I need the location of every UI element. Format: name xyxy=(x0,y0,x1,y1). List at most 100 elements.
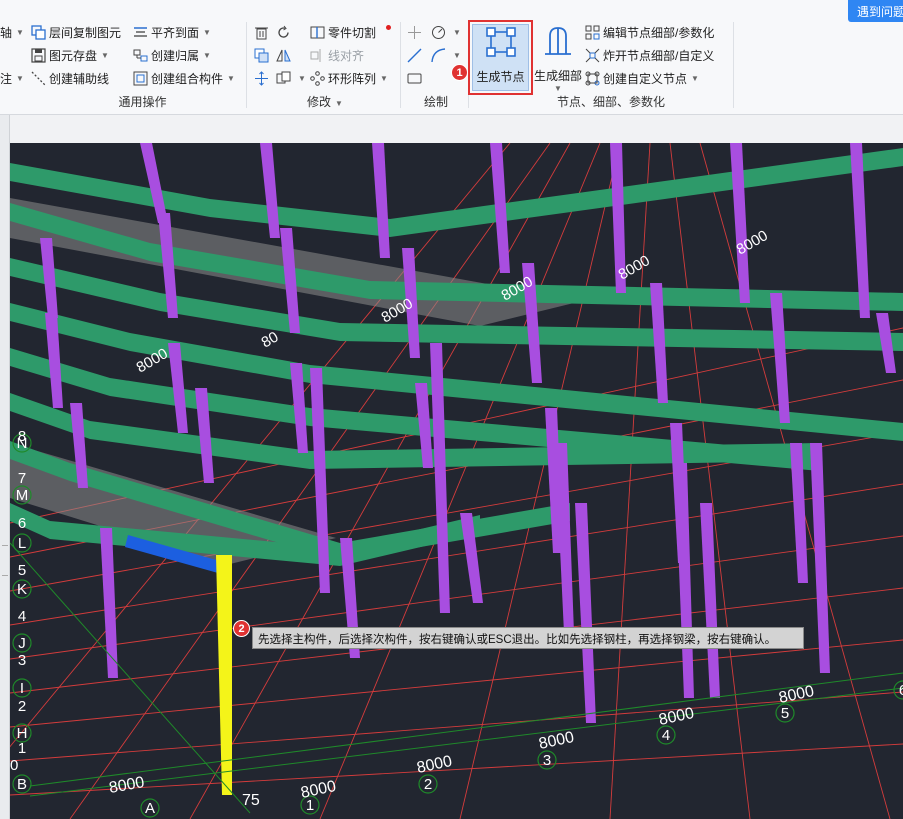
line-icon xyxy=(407,48,422,63)
chevron-down-icon: ▼ xyxy=(554,84,562,93)
group-draw-title: 绘制 xyxy=(423,95,448,109)
axis-number-label: 2 xyxy=(424,776,432,793)
copy-floor-button[interactable]: 层间复制图元 xyxy=(31,22,121,42)
ring-array-label: 环形阵列 xyxy=(328,71,377,86)
steel-column xyxy=(575,503,596,723)
trash-icon xyxy=(254,25,269,40)
dimension-label: 75 xyxy=(242,792,260,809)
dimension-label: 8000 xyxy=(299,778,337,802)
dimension-label: 8000 xyxy=(108,774,146,797)
line-align-button[interactable]: 线对齐 xyxy=(310,45,364,65)
axis-left-number-label: 4 xyxy=(18,608,26,625)
steel-column xyxy=(730,143,750,303)
steel-column xyxy=(140,143,168,223)
axis-number-label: 4 xyxy=(662,727,670,744)
gen-detail-button[interactable]: 生成细部 ▼ xyxy=(532,24,584,94)
rotate-button[interactable] xyxy=(276,22,294,42)
help-button[interactable]: 遇到问题 xyxy=(848,0,903,22)
steel-column xyxy=(372,143,390,258)
grid-line xyxy=(459,143,621,819)
axis-zero-label: 0 xyxy=(10,757,18,774)
note-label: 注 xyxy=(0,71,13,86)
mirror-button[interactable] xyxy=(276,45,294,65)
cut-icon xyxy=(310,25,325,40)
arc-icon xyxy=(431,47,446,63)
rect-tool-button[interactable] xyxy=(407,68,425,88)
model-scene[interactable]: 123456BHIJKLMN12345678A08000800080008000… xyxy=(10,143,903,819)
step-badge-2: 2 xyxy=(233,620,250,637)
axis-left-number-label: 1 xyxy=(18,740,26,757)
grid-line xyxy=(10,639,903,728)
move-icon xyxy=(254,70,269,86)
point-tool-button[interactable] xyxy=(407,22,425,42)
save-element-label: 图元存盘 xyxy=(49,48,98,63)
create-group-label: 创建归属 xyxy=(151,48,200,63)
axis-left-number-label: 5 xyxy=(18,562,26,579)
group-general: 轴 ▼ 注 ▼ 层间复制图元 图元存盘 ▼ 创建辅助线 平齐到面 ▼ 创建归属 ▼ 创建组… xyxy=(0,18,245,114)
detail-icon xyxy=(541,24,575,61)
dimension-label: 8000 xyxy=(777,683,815,707)
align-face-button[interactable]: 平齐到面 ▼ xyxy=(133,22,211,42)
axis-left-number-label: 7 xyxy=(18,470,26,487)
custom-node-label: 创建自定义节点 xyxy=(603,71,688,86)
axis-letter-label: J xyxy=(18,635,26,652)
copy-button[interactable] xyxy=(254,45,272,65)
edit-node-button[interactable]: 编辑节点细部/参数化 xyxy=(585,22,714,42)
axis-button[interactable]: 轴 ▼ xyxy=(0,22,24,42)
circle-icon xyxy=(431,25,446,40)
custom-node-button[interactable]: 创建自定义节点 ▼ xyxy=(585,68,699,88)
mirror-icon xyxy=(276,48,291,63)
group-modify-title: 修改 ▼ xyxy=(252,93,398,110)
rectangle-icon xyxy=(407,71,422,86)
line-align-icon xyxy=(310,48,325,63)
chevron-down-icon: ▼ xyxy=(16,27,24,37)
align-face-label: 平齐到面 xyxy=(151,25,200,40)
aux-line-button[interactable]: 创建辅助线 xyxy=(31,68,109,88)
axis-label: 轴 xyxy=(0,25,13,40)
part-cut-button[interactable]: 零件切割 xyxy=(310,22,376,42)
chevron-down-icon: ▼ xyxy=(203,50,211,60)
save-element-button[interactable]: 图元存盘 ▼ xyxy=(31,45,109,65)
explode-node-button[interactable]: 炸开节点细部/自定义 xyxy=(585,45,714,65)
axis-letter-label: I xyxy=(20,680,24,697)
copy-layers-icon xyxy=(31,24,46,40)
group-icon xyxy=(133,48,148,63)
gen-node-button[interactable]: 生成节点 xyxy=(472,24,529,91)
ring-array-button[interactable]: 环形阵列 ▼ xyxy=(310,68,388,88)
edit-node-label: 编辑节点细部/参数化 xyxy=(603,25,715,40)
move-button[interactable] xyxy=(254,68,272,88)
line-align-label: 线对齐 xyxy=(328,48,365,63)
left-dock-strip[interactable] xyxy=(0,115,10,819)
copy-floor-label: 层间复制图元 xyxy=(49,25,122,40)
axis-left-number-label: 3 xyxy=(18,652,26,669)
copy-icon xyxy=(254,48,269,63)
line-tool-button[interactable] xyxy=(407,45,425,65)
axis-a-label: A xyxy=(145,800,155,817)
3d-viewport[interactable]: 123456BHIJKLMN12345678A08000800080008000… xyxy=(10,143,903,819)
array-button[interactable]: ▼ xyxy=(276,68,306,88)
separator xyxy=(733,22,734,108)
arc-tool-button[interactable]: ▼ xyxy=(431,45,461,65)
create-group-button[interactable]: 创建归属 ▼ xyxy=(133,45,211,65)
separator xyxy=(400,22,401,108)
note-button[interactable]: 注 ▼ xyxy=(0,68,24,88)
align-face-icon xyxy=(133,25,148,40)
dimension-label: 8000 xyxy=(657,705,695,729)
axis-number-label: 6 xyxy=(899,682,903,699)
command-hint-tooltip: 先选择主构件，后选择次构件，按右键确认或ESC退出。比如先选择钢柱，再选择钢梁，… xyxy=(252,627,804,649)
ring-array-icon xyxy=(310,70,325,86)
group-modify: 零件切割 线对齐 ▼ 环形阵列 ▼ 修改 ▼ xyxy=(252,18,398,114)
dimension-label: 80 xyxy=(259,328,282,351)
chevron-down-icon: ▼ xyxy=(101,50,109,60)
delete-button[interactable] xyxy=(254,22,272,42)
dock-marker xyxy=(2,545,8,546)
chevron-down-icon: ▼ xyxy=(298,73,306,83)
selected-column[interactable] xyxy=(216,555,232,795)
circle-tool-button[interactable]: ▼ xyxy=(431,22,461,42)
axis-left-number-label: 8 xyxy=(18,428,26,445)
create-combo-button[interactable]: 创建组合构件 ▼ xyxy=(133,68,235,88)
steel-column xyxy=(100,528,118,678)
grid-lines-green xyxy=(10,542,903,814)
group-general-title: 通用操作 xyxy=(118,95,167,109)
axis-letter-label: B xyxy=(17,776,27,793)
